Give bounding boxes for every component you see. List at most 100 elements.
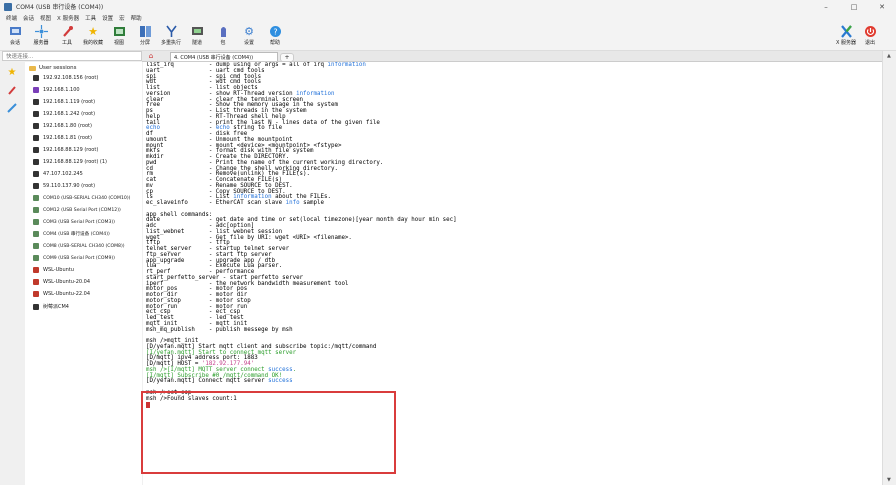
close-button[interactable]: ✕: [868, 0, 896, 13]
ssh-icon: [33, 123, 39, 129]
packages-icon: [216, 24, 230, 38]
tab-bar: ⌂ 4. COM4 (USB 串行设备 (COM4)) +: [142, 51, 882, 62]
ssh-icon: [33, 159, 39, 165]
menu-tools[interactable]: 工具: [85, 14, 96, 22]
tools-icon: [60, 24, 74, 38]
home-icon[interactable]: ⌂: [144, 52, 158, 60]
favorites-button[interactable]: ★ 我的收藏: [82, 24, 104, 47]
multiexec-button[interactable]: 多重执行: [160, 24, 182, 46]
serial-icon: [33, 195, 39, 201]
svg-text:?: ?: [273, 27, 277, 36]
terminal-line: [D/yefan.mqtt] Connect mqtt server succe…: [146, 378, 293, 385]
session-item[interactable]: 192.168.1.119 (root): [33, 99, 95, 105]
wsl-icon: [33, 279, 39, 285]
split-button[interactable]: 分屏: [134, 24, 156, 46]
help-button[interactable]: ? 帮助: [264, 24, 286, 46]
menu-terminal[interactable]: 终端: [6, 14, 17, 22]
serial-icon: [33, 207, 39, 213]
toolbar: 会话 服务器 工具 ★ 我的收藏 视图 分屏 多重执行 隧道 包 ⚙ 设置 ? …: [0, 23, 896, 51]
menu-help[interactable]: 帮助: [131, 14, 142, 22]
session-item[interactable]: COM12 (USB Serial Port (COM12)): [33, 207, 121, 213]
tab-com4[interactable]: 4. COM4 (USB 串行设备 (COM4)): [170, 52, 278, 61]
session-item[interactable]: 树莓派CM4: [33, 303, 69, 310]
user-sessions-folder[interactable]: User sessions: [29, 65, 77, 71]
ssh-icon: [33, 171, 39, 177]
terminal-line: ec_slaveinfo - EtherCAT scan slave info …: [146, 200, 325, 206]
help-icon: ?: [268, 24, 282, 38]
macro-icon[interactable]: [6, 102, 18, 114]
ssh-icon: [33, 99, 39, 105]
star-icon[interactable]: ★: [6, 66, 18, 78]
highlight-box: [141, 391, 396, 474]
serial-icon: [33, 219, 39, 225]
session-item[interactable]: COM10 (USB-SERIAL CH340 (COM10)): [33, 195, 130, 201]
ssh-icon: [33, 183, 39, 189]
menu-settings[interactable]: 设置: [102, 14, 113, 22]
vertical-scrollbar[interactable]: ▲ ▼: [882, 51, 896, 485]
multiexec-icon: [164, 24, 178, 38]
session-item[interactable]: COM4 (USB 串行设备 (COM4)): [33, 231, 110, 237]
session-item[interactable]: 192.168.88.129 (root): [33, 147, 98, 153]
settings-button[interactable]: ⚙ 设置: [238, 24, 260, 47]
window-title: COM4 (USB 串行设备 (COM4)): [16, 4, 104, 11]
session-tree: User sessions 192.92.108.156 (root) 192.…: [25, 62, 142, 485]
minimize-button[interactable]: –: [812, 0, 840, 13]
settings-icon: ⚙: [244, 24, 254, 38]
quick-connect-input[interactable]: 快速连接...: [2, 51, 142, 61]
wsl-icon: [33, 291, 39, 297]
session-item[interactable]: 192.168.1.242 (root): [33, 111, 95, 117]
menu-sessions[interactable]: 会话: [23, 14, 34, 22]
new-tab-button[interactable]: +: [280, 53, 294, 62]
ssh-icon: [33, 303, 39, 310]
scroll-up-arrow[interactable]: ▲: [887, 53, 891, 59]
session-item[interactable]: 192.168.1.81 (root): [33, 135, 92, 141]
serial-icon: [33, 243, 39, 249]
window-controls: – □ ✕: [812, 0, 896, 13]
app-icon: [4, 2, 12, 11]
ssh-icon: [33, 75, 39, 81]
packages-button[interactable]: 包: [212, 24, 234, 46]
session-item[interactable]: 47.107.102.245: [33, 171, 83, 177]
wsl-icon: [33, 267, 39, 273]
session-item[interactable]: 192.168.88.129 (root) (1): [33, 159, 107, 165]
x-server-button[interactable]: X 服务器: [835, 24, 857, 46]
menu-bar: 终端 会话 视图 X 服务器 工具 设置 宏 帮助: [0, 13, 896, 23]
session-item[interactable]: WSL-Ubuntu-20.04: [33, 279, 90, 285]
session-item[interactable]: 192.168.1.80 (root): [33, 123, 92, 129]
session-item[interactable]: COM9 (USB Serial Port (COM9)): [33, 255, 115, 261]
menu-view[interactable]: 视图: [40, 14, 51, 22]
scroll-down-arrow[interactable]: ▼: [887, 477, 891, 483]
menu-macros[interactable]: 宏: [119, 14, 125, 22]
tools-button[interactable]: 工具: [56, 24, 78, 46]
star-icon: ★: [88, 24, 98, 38]
terminal-line: msh_mq_publish - publish messege by msh: [146, 326, 293, 333]
folder-icon: [29, 65, 36, 71]
maximize-button[interactable]: □: [840, 0, 868, 13]
ssh-icon: [33, 111, 39, 117]
tunnel-button[interactable]: 隧道: [186, 24, 208, 46]
session-icon: [8, 24, 22, 38]
servers-button[interactable]: 服务器: [30, 24, 52, 46]
servers-icon: [34, 24, 48, 38]
ssh-icon: [33, 87, 39, 93]
view-icon: [112, 24, 126, 38]
session-item[interactable]: 192.92.108.156 (root): [33, 75, 98, 81]
exit-button[interactable]: 退出: [859, 24, 881, 46]
sidebar-strip: ★: [0, 62, 26, 485]
session-item[interactable]: 59.110.137.90 (root): [33, 183, 95, 189]
tunnel-icon: [190, 24, 204, 38]
serial-icon: [33, 255, 39, 261]
menu-x-server[interactable]: X 服务器: [57, 14, 79, 22]
exit-icon: [863, 24, 877, 38]
tools-icon[interactable]: [6, 84, 18, 96]
session-item[interactable]: WSL-Ubuntu-22.04: [33, 291, 90, 297]
session-item[interactable]: COM3 (USB Serial Port (COM3)): [33, 219, 115, 225]
split-icon: [138, 24, 152, 38]
session-item[interactable]: WSL-Ubuntu: [33, 267, 74, 273]
session-item[interactable]: COM8 (USB-SERIAL CH340 (COM8)): [33, 243, 125, 249]
session-button[interactable]: 会话: [4, 24, 26, 46]
session-item[interactable]: 192.168.1.100: [33, 87, 80, 93]
view-button[interactable]: 视图: [108, 24, 130, 46]
ssh-icon: [33, 135, 39, 141]
title-bar: COM4 (USB 串行设备 (COM4)) – □ ✕: [0, 0, 896, 13]
